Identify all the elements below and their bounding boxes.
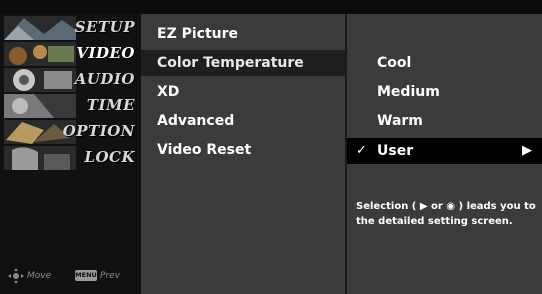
menu-key-icon: MENU: [75, 270, 97, 281]
category-option[interactable]: OPTION: [0, 119, 141, 145]
option-label: User: [377, 143, 414, 159]
submenu-item-video-reset[interactable]: Video Reset: [141, 137, 345, 163]
category-label: SETUP: [74, 18, 135, 36]
option-cool[interactable]: Cool: [347, 50, 542, 76]
top-bar: [0, 0, 542, 14]
video-thumbnail-icon: [4, 42, 76, 66]
submenu-item-color-temperature[interactable]: Color Temperature: [141, 50, 345, 76]
category-label: VIDEO: [76, 44, 135, 62]
option-label: Warm: [377, 113, 423, 129]
move-label: Move: [27, 271, 52, 281]
option-label: Medium: [377, 84, 440, 100]
category-label: LOCK: [84, 148, 135, 166]
category-video[interactable]: VIDEO: [0, 41, 141, 67]
submenu-item-advanced[interactable]: Advanced: [141, 108, 345, 134]
category-audio[interactable]: AUDIO: [0, 67, 141, 93]
color-temperature-options: Cool Medium Warm ✓ User ▶ Selection ( ▶ …: [345, 14, 542, 294]
checkmark-icon: ✓: [356, 143, 367, 158]
help-text: Selection ( ▶ or ◉ ) leads you to the de…: [356, 201, 536, 227]
option-medium[interactable]: Medium: [347, 79, 542, 105]
category-panel: SETUP VIDEO AUDIO TIME OPTION LOCK Move …: [0, 14, 141, 294]
time-thumbnail-icon: [4, 94, 76, 118]
lock-thumbnail-icon: [4, 146, 76, 170]
navigation-hint: Move MENU Prev: [8, 268, 138, 284]
video-submenu: EZ Picture Color Temperature XD Advanced…: [141, 14, 345, 294]
audio-thumbnail-icon: [4, 68, 76, 92]
option-warm[interactable]: Warm: [347, 108, 542, 134]
right-arrow-icon: ▶: [522, 143, 532, 158]
submenu-item-ez-picture[interactable]: EZ Picture: [141, 21, 345, 47]
option-user[interactable]: ✓ User ▶: [347, 138, 542, 164]
submenu-item-xd[interactable]: XD: [141, 79, 345, 105]
category-setup[interactable]: SETUP: [0, 15, 141, 41]
category-label: TIME: [86, 96, 135, 114]
category-time[interactable]: TIME: [0, 93, 141, 119]
prev-label: Prev: [100, 271, 120, 281]
setup-thumbnail-icon: [4, 16, 76, 40]
category-label: OPTION: [62, 122, 135, 140]
move-arrows-icon: [8, 268, 24, 284]
category-lock[interactable]: LOCK: [0, 145, 141, 171]
category-label: AUDIO: [74, 70, 135, 88]
option-label: Cool: [377, 55, 412, 71]
